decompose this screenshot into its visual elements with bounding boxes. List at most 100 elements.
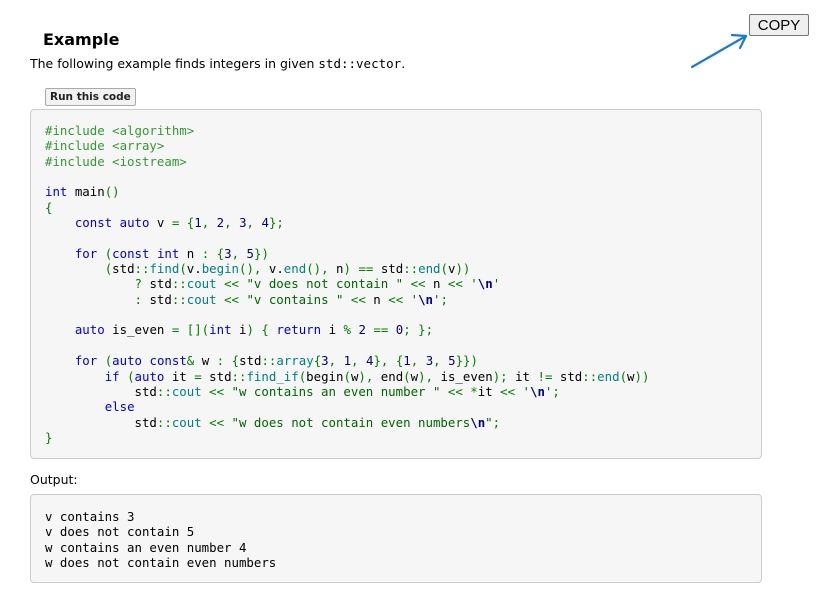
output-line: w does not contain even numbers xyxy=(45,555,277,571)
code-token: std xyxy=(45,383,157,399)
code-token: : xyxy=(134,291,142,307)
code-token: , xyxy=(433,353,441,369)
code-token: != xyxy=(537,368,553,384)
code-token: cout xyxy=(186,291,217,307)
intro-text: The following example finds integers in … xyxy=(30,56,319,71)
code-token: auto xyxy=(134,368,165,384)
code-token: w xyxy=(194,353,217,369)
code-line: #include <array> xyxy=(45,138,649,153)
code-token: 1 xyxy=(194,215,202,231)
code-token: std xyxy=(112,261,135,277)
code-line: std::cout << "w does not contain even nu… xyxy=(45,415,649,430)
code-token: , xyxy=(231,245,240,261)
code-token: :: xyxy=(171,276,187,292)
code-token: }; xyxy=(418,322,434,338)
code-token: :: xyxy=(156,414,172,430)
code-token: : xyxy=(216,353,225,369)
code-token: is_even xyxy=(433,368,493,384)
code-token: std xyxy=(142,276,172,292)
code-line: #include <algorithm> xyxy=(45,123,649,138)
intro-text-end: . xyxy=(401,56,406,71)
code-token: v. xyxy=(186,261,202,277)
code-token: v. xyxy=(261,261,284,277)
page: COPY Example The following example finds… xyxy=(0,0,837,590)
code-token: n xyxy=(328,261,344,277)
code-token: w xyxy=(410,368,419,384)
code-token: % xyxy=(343,322,351,338)
code-token: ; xyxy=(492,414,501,430)
code-line: #include <iostream> xyxy=(45,154,649,169)
code-token: int xyxy=(45,184,68,200)
code-token: << xyxy=(350,291,366,307)
code-token: auto xyxy=(74,322,105,338)
code-token: for xyxy=(74,353,98,369)
code-token: ' xyxy=(410,291,419,307)
code-token: :: xyxy=(403,261,419,277)
code-token: w xyxy=(627,368,635,384)
copy-button[interactable]: COPY xyxy=(749,14,809,36)
code-token: find_if xyxy=(246,368,299,384)
code-token: << xyxy=(410,276,426,292)
code-token: v xyxy=(149,215,172,231)
code-token: << xyxy=(447,276,463,292)
code-token: () xyxy=(104,184,120,200)
code-token: << xyxy=(224,291,239,307)
code-token: = xyxy=(194,368,202,384)
example-intro: The following example finds integers in … xyxy=(30,56,405,72)
code-token: , xyxy=(351,353,359,369)
code-token: 5 xyxy=(246,245,255,261)
code-line: if (auto it = std::find_if(begin(w), end… xyxy=(45,368,650,384)
code-token: begin xyxy=(201,261,240,277)
example-heading: Example xyxy=(43,30,120,49)
code-token: int xyxy=(209,322,232,338)
code-token: std xyxy=(373,261,404,277)
code-token: int xyxy=(156,245,180,261)
run-code-button[interactable]: Run this code xyxy=(45,88,136,106)
code-token: \n xyxy=(470,414,486,430)
code-token: find xyxy=(149,261,180,277)
output-line: w contains an even number 4 xyxy=(45,539,247,555)
code-token: ; xyxy=(440,291,448,307)
code-token: }}) xyxy=(455,353,478,369)
code-token: #include <array> xyxy=(45,138,165,154)
code-token: 3 xyxy=(321,353,329,369)
code-token: end xyxy=(373,368,404,384)
code-line: const auto v = {1, 2, 3, 4}; xyxy=(45,215,649,230)
code-line: for (const int n : {3, 5}) xyxy=(45,246,649,261)
code-token: #include <algorithm> xyxy=(45,123,195,138)
code-token: } xyxy=(45,429,53,445)
code-token: ; xyxy=(552,383,560,399)
code-token: << xyxy=(209,383,225,399)
code-token: { xyxy=(45,199,53,215)
code-token: ( xyxy=(179,261,187,277)
code-token: " xyxy=(485,414,493,430)
code-token: ( xyxy=(343,368,351,384)
output-line: v does not contain 5 xyxy=(45,524,195,540)
code-listing: #include <algorithm> #include <array> #inc… xyxy=(45,123,649,445)
code-token: << xyxy=(388,291,404,307)
code-token: else xyxy=(104,399,135,415)
code-token: :: xyxy=(582,368,598,384)
code-token: ; xyxy=(403,322,411,338)
intro-code[interactable]: std::vector xyxy=(318,56,401,71)
code-token: :: xyxy=(261,353,277,369)
code-token: it xyxy=(507,368,538,384)
